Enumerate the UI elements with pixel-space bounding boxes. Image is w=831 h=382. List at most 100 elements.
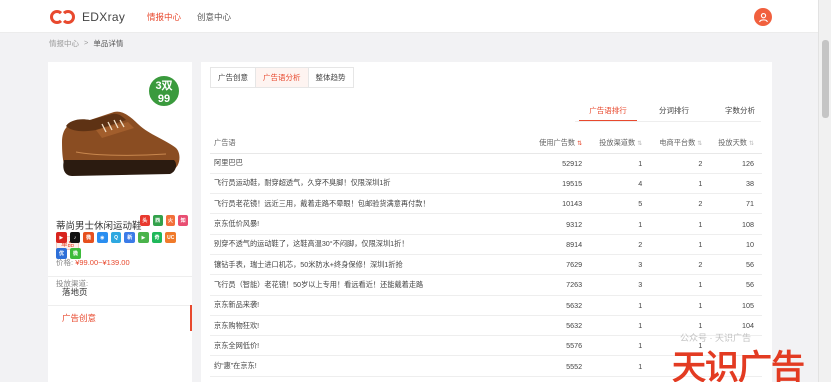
- cell-channel-count: 5: [590, 193, 651, 215]
- weibo-icon: 微: [83, 232, 95, 243]
- zhihu-icon: 知: [178, 215, 188, 226]
- product-card: 3双 99 蒂尚男士休闲运动鞋 单品 价格: ¥99.00~¥139.00 投放…: [48, 62, 192, 382]
- column-header-ad-count[interactable]: 使用广告数 ⇅: [530, 133, 591, 154]
- main-tabs: 广告创意 广告语分析 整体趋势: [210, 67, 354, 88]
- column-header-slogan: 广告语: [210, 133, 530, 154]
- toutiao-icon: 头: [140, 215, 150, 226]
- cell-slogan: 约“惠”在京东!: [210, 355, 530, 377]
- cell-days: 71: [710, 193, 762, 215]
- news-icon: 新: [124, 232, 136, 243]
- table-header-row: 广告语 使用广告数 ⇅ 投放渠道数 ⇅ 电商平台数 ⇅ 投放天数 ⇅: [210, 133, 762, 154]
- sub-tabs: 广告语排行 分词排行 字数分析: [579, 105, 777, 121]
- sort-icon: ⇅: [577, 140, 583, 147]
- douyin-icon: ♪: [69, 232, 81, 243]
- cell-channel-count: 1: [590, 355, 651, 377]
- price-value: ¥99.00~¥139.00: [75, 258, 130, 267]
- cell-slogan: 京东购物狂欢!: [210, 315, 530, 337]
- cell-days: 56: [710, 274, 762, 296]
- promo-badge-line1: 3双: [155, 80, 173, 92]
- cell-days: 38: [710, 173, 762, 195]
- channel-icons-row-1: 头西火知: [140, 215, 188, 226]
- cell-ad-count: 19515: [530, 173, 591, 195]
- cell-ad-count: 52912: [530, 153, 591, 174]
- subtab-word-count[interactable]: 字数分析: [711, 105, 769, 121]
- cell-platform-count: 1: [650, 295, 711, 316]
- channel-icons-row-3: 优微: [56, 248, 176, 259]
- cell-days: 10: [710, 234, 762, 255]
- cell-ad-count: 9312: [530, 213, 591, 235]
- cell-channel-count: 2: [590, 234, 651, 255]
- tab-overall-trend[interactable]: 整体趋势: [308, 68, 353, 87]
- cell-platform-count: 2: [650, 153, 711, 174]
- table-row[interactable]: 飞行员运动鞋，耐穿超透气，久穿不臭脚！仅限深圳1折 19515 4 1 38: [210, 173, 762, 195]
- product-name: 蒂尚男士休闲运动鞋: [56, 221, 142, 232]
- cell-slogan: 飞行员运动鞋，耐穿超透气，久穿不臭脚！仅限深圳1折: [210, 173, 530, 195]
- column-header-days[interactable]: 投放天数 ⇅: [710, 133, 762, 154]
- cell-platform-count: 2: [650, 193, 711, 215]
- product-image: 3双 99: [56, 72, 184, 206]
- cell-days: 126: [710, 153, 762, 174]
- menu-item-ad-creative[interactable]: 广告创意: [48, 305, 192, 331]
- cell-channel-count: 1: [590, 295, 651, 316]
- qq-icon: Q: [110, 232, 122, 243]
- cell-ad-count: 5552: [530, 355, 591, 377]
- promo-badge: 3双 99: [147, 74, 181, 108]
- breadcrumb-root[interactable]: 情报中心: [49, 38, 79, 49]
- table-row[interactable]: 镶钻手表，瑞士进口机芯，50米防水+终身保修！深圳1折抢 7629 3 2 56: [210, 254, 762, 276]
- cell-channel-count: 1: [590, 213, 651, 235]
- nav-item-intel-center[interactable]: 情报中心: [147, 11, 181, 23]
- subtab-slogan-ranking[interactable]: 广告语排行: [579, 105, 637, 121]
- promo-badge-line2: 99: [157, 93, 171, 105]
- column-header-channel-count[interactable]: 投放渠道数 ⇅: [590, 133, 651, 154]
- brand-name: EDXray: [82, 10, 126, 24]
- cell-platform-count: 2: [650, 254, 711, 276]
- cell-ad-count: 5576: [530, 335, 591, 357]
- subtab-word-ranking[interactable]: 分词排行: [645, 105, 703, 121]
- brand-logo[interactable]: EDXray: [50, 7, 125, 27]
- cell-ad-count: 8914: [530, 234, 591, 255]
- video-icon: ▶: [138, 232, 149, 243]
- cell-platform-count: 1: [650, 234, 711, 255]
- cell-slogan: 镶钻手表，瑞士进口机芯，50米防水+终身保修！深圳1折抢: [210, 254, 530, 276]
- breadcrumb-current: 单品详情: [93, 39, 124, 48]
- cell-channel-count: 1: [590, 315, 651, 337]
- cell-channel-count: 3: [590, 274, 651, 296]
- bilibili-icon: ▶: [56, 232, 67, 243]
- channel-icons-row-2: ▶ ♪ 微 ◉ Q 新 ▶ 奇 UC: [56, 232, 177, 243]
- table-row[interactable]: 京东低价风暴! 9312 1 1 108: [210, 213, 762, 235]
- column-header-platform-count[interactable]: 电商平台数 ⇅: [650, 133, 711, 154]
- sort-icon: ⇅: [748, 140, 754, 147]
- user-avatar[interactable]: [754, 8, 772, 26]
- cell-slogan: 阿里巴巴: [210, 153, 530, 174]
- sort-icon: ⇅: [697, 140, 703, 147]
- nav-item-creative-center[interactable]: 创意中心: [197, 11, 231, 23]
- cell-ad-count: 7629: [530, 254, 591, 276]
- cell-slogan: 京东全网低价!: [210, 335, 530, 357]
- cell-platform-count: 1: [650, 173, 711, 195]
- table-row[interactable]: 飞行员（智能）老花镜！50岁以上专用！看远看近！还能戴着走路 7263 3 1 56: [210, 274, 762, 296]
- tab-slogan-analysis[interactable]: 广告语分析: [256, 68, 309, 87]
- breadcrumb: 情报中心 > 单品详情: [49, 38, 123, 49]
- huoshan-icon: 火: [165, 215, 176, 226]
- tab-ad-creative[interactable]: 广告创意: [211, 68, 256, 87]
- page-scrollbar[interactable]: [818, 0, 831, 382]
- browser-icon: ◉: [97, 232, 108, 243]
- cell-slogan: 飞行员（智能）老花镜！50岁以上专用！看远看近！还能戴着走路: [210, 274, 530, 296]
- cell-ad-count: 5632: [530, 295, 591, 316]
- cell-platform-count: 1: [650, 213, 711, 235]
- youku-icon: 优: [56, 248, 67, 259]
- main-nav: 情报中心 创意中心: [147, 11, 231, 23]
- menu-item-landing-page[interactable]: 落地页: [48, 279, 192, 305]
- breadcrumb-separator: >: [84, 38, 89, 47]
- table-row[interactable]: 阿里巴巴 52912 1 2 126: [210, 153, 762, 174]
- table-row[interactable]: 飞行员老花镜！远近三用，戴着走路不晕眼！包邮验货满意再付款！ 10143 5 2 71: [210, 193, 762, 215]
- top-navbar: EDXray 情报中心 创意中心: [0, 0, 818, 33]
- scrollbar-thumb[interactable]: [822, 40, 829, 118]
- cell-days: 56: [710, 254, 762, 276]
- ixigua-icon: 西: [152, 215, 163, 226]
- cell-channel-count: 3: [590, 254, 651, 276]
- table-row[interactable]: 京东新品来袭! 5632 1 1 105: [210, 295, 762, 316]
- cell-days: 108: [710, 213, 762, 235]
- table-row[interactable]: 别穿不透气的运动鞋了，这鞋高温30°不闷脚，仅限深圳1折！ 8914 2 1 10: [210, 234, 762, 255]
- cell-channel-count: 4: [590, 173, 651, 195]
